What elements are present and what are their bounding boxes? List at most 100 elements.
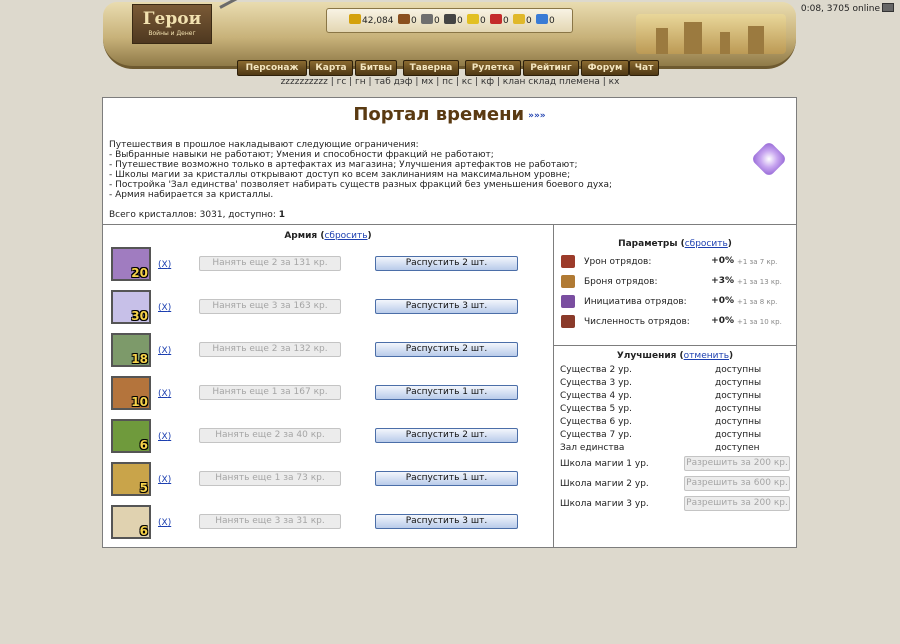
hire-button[interactable]: Нанять еще 3 за 163 кр.	[199, 299, 341, 314]
quick-link[interactable]: кф	[481, 77, 494, 87]
params-reset-link[interactable]: сбросить	[685, 239, 728, 249]
unit-count: 20	[131, 266, 148, 280]
param-row-armor[interactable]: Броня отрядов: +3% +1 за 13 кр.	[554, 275, 796, 291]
hire-button[interactable]: Нанять еще 2 за 40 кр.	[199, 428, 341, 443]
unit-portrait[interactable]: 18	[111, 333, 151, 367]
army-row: 10 (X) Нанять еще 1 за 167 кр. Распустит…	[103, 376, 553, 412]
nav-character[interactable]: Персонаж	[237, 60, 307, 76]
unit-portrait[interactable]: 10	[111, 376, 151, 410]
quick-links: zzzzzzzzzz | гс | гн | таб дэф | мх | пс…	[280, 77, 620, 87]
upgrades-heading: Улучшения (отменить)	[616, 351, 734, 361]
resource-diamond: 0	[536, 14, 555, 26]
nav-forum[interactable]: Форум	[581, 60, 629, 76]
quick-link[interactable]: гн	[355, 77, 366, 87]
remove-unit-link[interactable]: (X)	[158, 303, 171, 313]
quick-link[interactable]: мх	[421, 77, 433, 87]
param-row-army-size[interactable]: Численность отрядов: +0% +1 за 10 кр.	[554, 315, 796, 331]
portal-crystal-icon	[750, 140, 788, 178]
diamond-icon	[536, 14, 548, 24]
quick-link[interactable]: zzzzzzzzzz	[281, 77, 328, 87]
portal-rules: Путешествия в прошлое накладывают следую…	[109, 140, 749, 200]
remove-unit-link[interactable]: (X)	[158, 260, 171, 270]
nav-roulette[interactable]: Рулетка	[465, 60, 521, 76]
upgrade-row: Существа 5 ур. доступны	[560, 404, 762, 414]
hire-button[interactable]: Нанять еще 2 за 131 кр.	[199, 256, 341, 271]
dismiss-button[interactable]: Распустить 3 шт.	[375, 299, 518, 314]
dismiss-button[interactable]: Распустить 2 шт.	[375, 256, 518, 271]
nav-chat[interactable]: Чат	[629, 60, 659, 76]
quick-link[interactable]: кх	[609, 77, 620, 87]
nav-tavern[interactable]: Таверна	[403, 60, 459, 76]
upgrade-status: доступен	[715, 443, 760, 453]
remove-unit-link[interactable]: (X)	[158, 475, 171, 485]
resource-wood: 0	[398, 14, 417, 26]
initiative-icon	[561, 295, 575, 308]
hire-button[interactable]: Нанять еще 1 за 167 кр.	[199, 385, 341, 400]
quick-link[interactable]: таб дэф	[374, 77, 412, 87]
hire-button[interactable]: Нанять еще 3 за 31 кр.	[199, 514, 341, 529]
magic-school-row: Школа магии 3 ур. Разрешить за 200 кр.	[560, 496, 796, 514]
dismiss-button[interactable]: Распустить 1 шт.	[375, 385, 518, 400]
crystal-icon	[490, 14, 502, 24]
army-row: 30 (X) Нанять еще 3 за 163 кр. Распустит…	[103, 290, 553, 326]
dismiss-button[interactable]: Распустить 3 шт.	[375, 514, 518, 529]
army-section: Армия (сбросить) 20 (X) Нанять еще 2 за …	[103, 225, 554, 547]
army-reset-link[interactable]: сбросить	[324, 231, 367, 241]
resource-ore: 0	[421, 14, 440, 26]
unit-count: 5	[139, 481, 148, 495]
upgrades-section: Улучшения (отменить) Существа 2 ур. досту…	[554, 346, 796, 546]
portal-more-link[interactable]: »»»	[528, 111, 545, 121]
resource-gem: 0	[513, 14, 532, 26]
resource-mercury: 0	[444, 14, 463, 26]
unit-portrait[interactable]: 5	[111, 462, 151, 496]
resource-gold: 42,084	[349, 14, 394, 26]
dismiss-button[interactable]: Распустить 1 шт.	[375, 471, 518, 486]
magic-school-row: Школа магии 1 ур. Разрешить за 200 кр.	[560, 456, 796, 474]
magic-school-2-button[interactable]: Разрешить за 600 кр.	[684, 476, 790, 491]
param-row-initiative[interactable]: Инициатива отрядов: +0% +1 за 8 кр.	[554, 295, 796, 311]
game-logo[interactable]: Герои Войны и Денег	[132, 4, 212, 44]
params-section: Параметры (сбросить) Урон отрядов: +0% +…	[554, 225, 796, 346]
remove-unit-link[interactable]: (X)	[158, 432, 171, 442]
resource-sulfur: 0	[467, 14, 486, 26]
upgrade-row: Зал единства доступен	[560, 443, 760, 453]
magic-school-row: Школа магии 2 ур. Разрешить за 600 кр.	[560, 476, 796, 494]
rule-item: - Путешествие возможно только в артефакт…	[109, 160, 578, 170]
unit-count: 30	[131, 309, 148, 323]
hire-button[interactable]: Нанять еще 1 за 73 кр.	[199, 471, 341, 486]
quick-link[interactable]: пс	[442, 77, 453, 87]
dismiss-button[interactable]: Распустить 2 шт.	[375, 428, 518, 443]
magic-school-1-button[interactable]: Разрешить за 200 кр.	[684, 456, 790, 471]
upgrade-row: Существа 4 ур. доступны	[560, 391, 762, 401]
mail-icon[interactable]	[882, 3, 894, 12]
game-header: Герои Войны и Денег 42,084 0 0 0 0 0 0 0…	[0, 0, 900, 90]
unit-portrait[interactable]: 30	[111, 290, 151, 324]
dismiss-button[interactable]: Распустить 2 шт.	[375, 342, 518, 357]
hire-button[interactable]: Нанять еще 2 за 132 кр.	[199, 342, 341, 357]
sword-icon	[561, 255, 575, 268]
army-row: 20 (X) Нанять еще 2 за 131 кр. Распустит…	[103, 247, 553, 283]
gem-icon	[513, 14, 525, 24]
unit-portrait[interactable]: 6	[111, 419, 151, 453]
param-value: +0%	[711, 296, 734, 306]
upgrades-cancel-link[interactable]: отменить	[684, 351, 729, 361]
quick-link[interactable]: кс	[462, 77, 472, 87]
nav-rating[interactable]: Рейтинг	[523, 60, 579, 76]
remove-unit-link[interactable]: (X)	[158, 389, 171, 399]
army-size-icon	[561, 315, 575, 328]
quick-link[interactable]: гс	[337, 77, 347, 87]
quick-link[interactable]: клан склад племена	[503, 77, 600, 87]
unit-portrait[interactable]: 6	[111, 505, 151, 539]
param-row-damage[interactable]: Урон отрядов: +0% +1 за 7 кр.	[554, 255, 796, 271]
remove-unit-link[interactable]: (X)	[158, 518, 171, 528]
unit-portrait[interactable]: 20	[111, 247, 151, 281]
portal-header: Портал времени»»» Путешествия в прошлое …	[103, 98, 796, 225]
army-row: 5 (X) Нанять еще 1 за 73 кр. Распустить …	[103, 462, 553, 498]
remove-unit-link[interactable]: (X)	[158, 346, 171, 356]
magic-school-3-button[interactable]: Разрешить за 200 кр.	[684, 496, 790, 511]
nav-map[interactable]: Карта	[309, 60, 353, 76]
page-title: Портал времени»»»	[353, 104, 546, 125]
nav-battles[interactable]: Битвы	[355, 60, 397, 76]
resource-bar: 42,084 0 0 0 0 0 0 0	[326, 8, 573, 33]
logo-subtitle: Войны и Денег	[148, 30, 196, 37]
